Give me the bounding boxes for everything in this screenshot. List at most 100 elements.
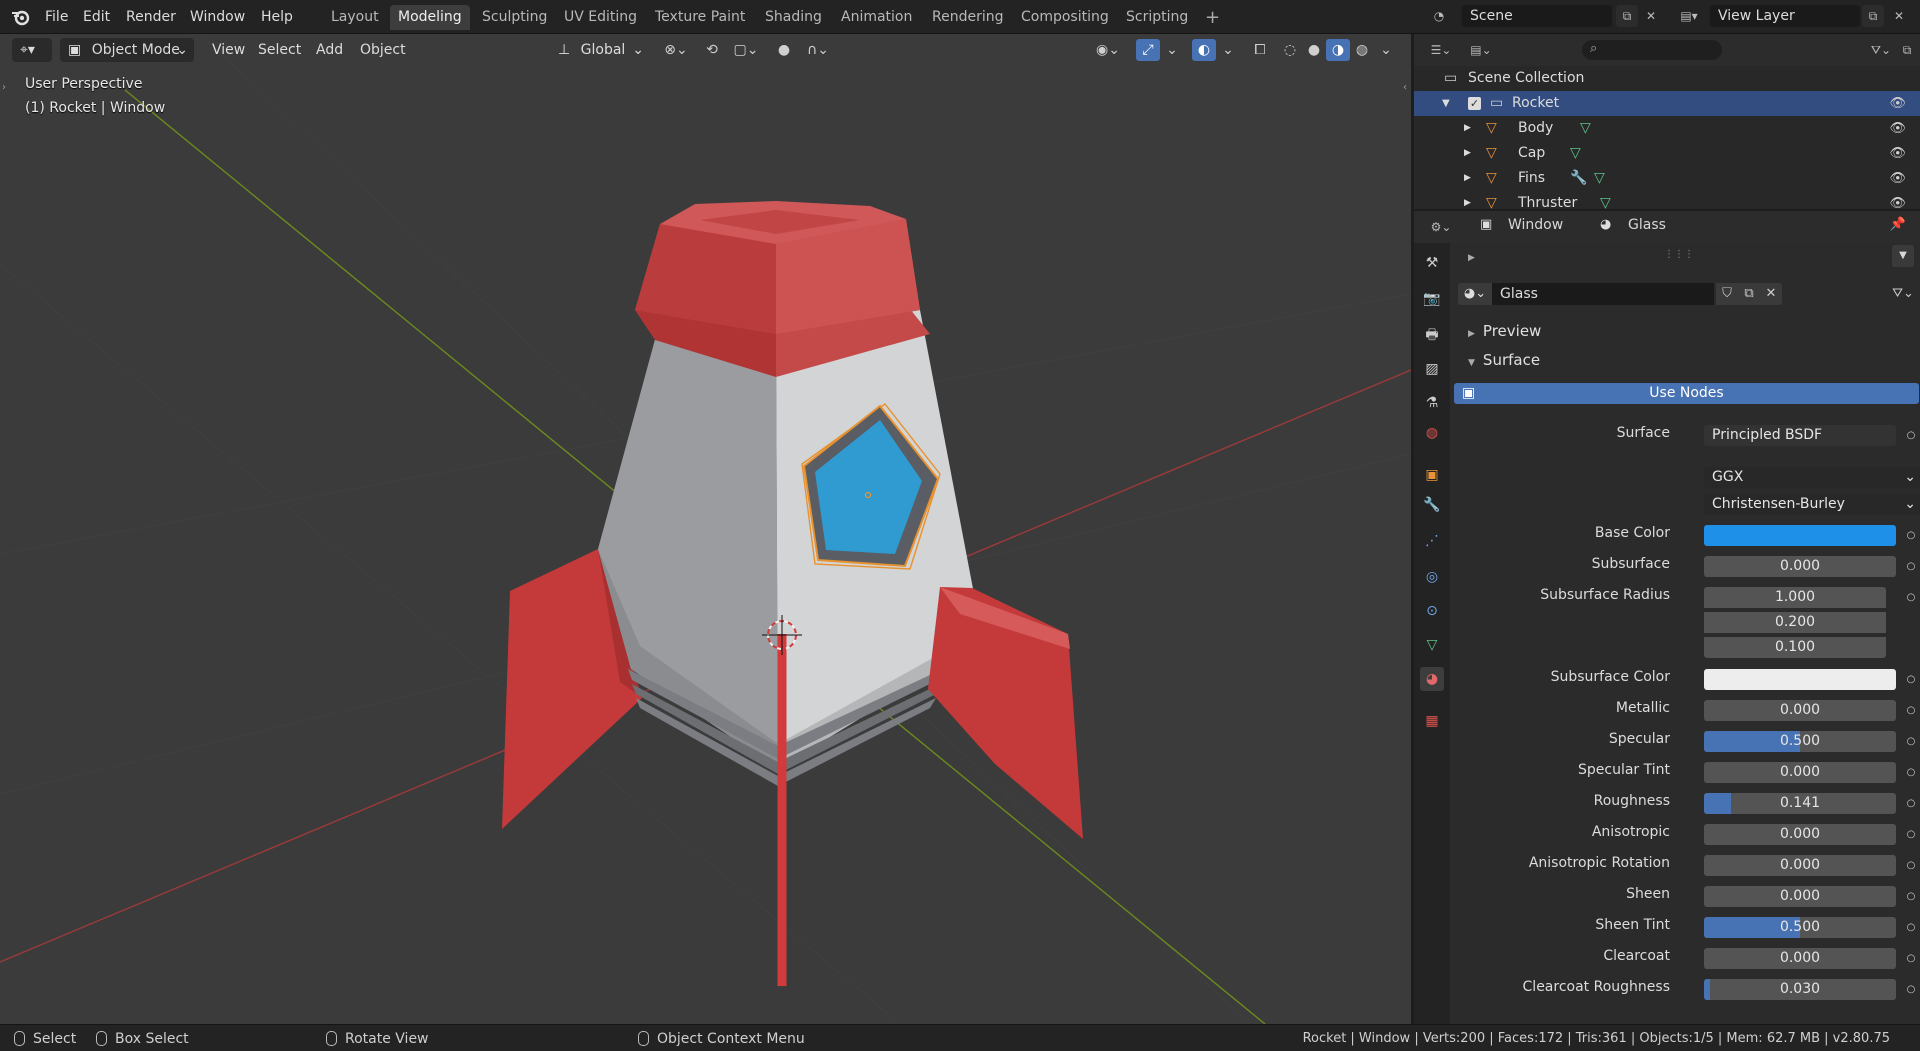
subsurface-radius-x[interactable]: 1.000 (1704, 587, 1886, 608)
scene-browse-icon[interactable]: ◔ (1428, 5, 1450, 27)
use-nodes-button[interactable]: ▣ Use Nodes (1454, 383, 1919, 404)
surface-shader-field[interactable]: Principled BSDF (1704, 425, 1896, 446)
filter-icon[interactable]: ⛛⌄ (1866, 39, 1896, 61)
rendered-shading-icon[interactable]: ◍ (1350, 39, 1374, 61)
clearcoat-roughness-field[interactable]: 0.030 (1704, 979, 1896, 1000)
properties-editor-icon[interactable]: ⚙⌄ (1424, 216, 1458, 238)
pivot-icon[interactable]: ⊗⌄ (658, 39, 694, 61)
pin-icon[interactable]: 📌 (1890, 217, 1906, 232)
wireframe-shading-icon[interactable]: ◌ (1278, 39, 1302, 61)
sheen-tint-field[interactable]: 0.500 (1704, 917, 1896, 938)
material-shading-icon[interactable]: ◑ (1326, 39, 1350, 61)
clearcoat-roughness-link-icon[interactable]: ○ (1903, 979, 1919, 1000)
select-menu[interactable]: Select (252, 38, 307, 62)
add-menu[interactable]: Add (310, 38, 349, 62)
eye-icon[interactable]: 👁 (1889, 91, 1906, 116)
render-tab-icon[interactable]: 📷 (1420, 287, 1444, 311)
scene-name-field[interactable]: Scene (1462, 5, 1612, 27)
menu-file[interactable]: File (40, 7, 73, 27)
base-color-swatch[interactable] (1704, 525, 1896, 546)
eye-icon[interactable]: 👁 (1889, 116, 1906, 141)
gizmo-icon[interactable]: ⤢ (1136, 39, 1160, 61)
world-tab-icon[interactable]: ◍ (1420, 421, 1444, 445)
expand-arrow-icon[interactable]: ▼ (1442, 91, 1450, 116)
proportional-edit-icon[interactable]: ● (772, 39, 796, 61)
clearcoat-link-icon[interactable]: ○ (1903, 948, 1919, 969)
output-tab-icon[interactable]: 🖶 (1420, 323, 1444, 347)
toolbar-expand-icon[interactable]: › (2, 82, 6, 93)
display-mode-icon[interactable]: ▤⌄ (1464, 39, 1498, 61)
outliner-row-thruster[interactable]: ▶ ▽ Thruster ▽ 👁 (1414, 191, 1920, 209)
outliner-editor-icon[interactable]: ☰⌄ (1424, 39, 1458, 61)
scene-tab-icon[interactable]: ⚗ (1420, 391, 1444, 415)
view-layer-new-icon[interactable]: ⧉ (1862, 5, 1884, 27)
unlink-material-icon[interactable]: ✕ (1760, 283, 1782, 305)
subsurface-method-dropdown[interactable]: Christensen-Burley ⌄ (1704, 494, 1920, 515)
subsurface-radius-link-icon[interactable]: ○ (1903, 587, 1919, 608)
fake-user-icon[interactable]: ⛉ (1716, 283, 1738, 305)
subsurface-color-swatch[interactable] (1704, 669, 1896, 690)
tab-texture-paint[interactable]: Texture Paint (647, 5, 753, 30)
outliner-search-input[interactable]: ⌕ (1582, 40, 1722, 60)
add-workspace-icon[interactable]: + (1197, 5, 1228, 30)
3d-viewport[interactable]: ⌖▾ ▣ Object Mode ⌄ View Select Add Objec… (0, 34, 1411, 1024)
anisotropic-link-icon[interactable]: ○ (1903, 824, 1919, 845)
panel-surface[interactable]: ▼ Surface (1454, 348, 1920, 372)
metallic-field[interactable]: 0.000 (1704, 700, 1896, 721)
subsurface-link-icon[interactable]: ○ (1903, 556, 1919, 577)
roughness-field[interactable]: 0.141 (1704, 793, 1896, 814)
menu-window[interactable]: Window (185, 7, 250, 27)
physics-tab-icon[interactable]: ◎ (1420, 565, 1444, 589)
view-layer-browse-icon[interactable]: ▤▾ (1672, 5, 1706, 27)
checkbox-icon[interactable]: ✓ (1468, 97, 1481, 110)
eye-icon[interactable]: 👁 (1889, 191, 1906, 209)
scene-remove-icon[interactable]: ✕ (1640, 5, 1662, 27)
menu-render[interactable]: Render (121, 7, 181, 27)
view-menu[interactable]: View (206, 38, 251, 62)
anisotropic-field[interactable]: 0.000 (1704, 824, 1896, 845)
specular-field[interactable]: 0.500 (1704, 731, 1896, 752)
menu-help[interactable]: Help (256, 7, 298, 27)
drag-handle-icon[interactable]: ⋮⋮⋮ (1664, 249, 1694, 260)
metallic-link-icon[interactable]: ○ (1903, 700, 1919, 721)
node-browse-icon[interactable]: ⛛⌄ (1888, 283, 1918, 305)
eye-icon[interactable]: 👁 (1889, 141, 1906, 166)
xray-icon[interactable]: ⧠ (1248, 39, 1272, 61)
expand-arrow-icon[interactable]: ▶ (1464, 166, 1471, 191)
tab-sculpting[interactable]: Sculpting (474, 5, 555, 30)
eye-icon[interactable]: 👁 (1889, 166, 1906, 191)
outliner-row-scene-collection[interactable]: ▭ Scene Collection (1414, 66, 1920, 91)
visibility-icon[interactable]: ◉⌄ (1090, 39, 1126, 61)
orientation-dropdown[interactable]: ⊥ Global ⌄ (550, 38, 648, 62)
tool-tab-icon[interactable]: ⚒ (1420, 251, 1444, 275)
view-layer-field[interactable]: View Layer (1710, 5, 1860, 27)
scene-render[interactable] (0, 34, 1411, 1024)
constraints-tab-icon[interactable]: ⊙ (1420, 599, 1444, 623)
snap-toggle-icon[interactable]: ⟲ (700, 39, 724, 61)
material-name-field[interactable]: Glass (1492, 283, 1714, 305)
roughness-link-icon[interactable]: ○ (1903, 793, 1919, 814)
blender-logo-icon[interactable] (10, 7, 32, 27)
tab-layout[interactable]: Layout (323, 5, 387, 30)
panel-preview[interactable]: ▶ Preview (1454, 319, 1920, 343)
expand-arrow-icon[interactable]: ▶ (1464, 116, 1471, 141)
outliner-row-rocket[interactable]: ▼ ✓ ▭ Rocket 👁 (1414, 91, 1920, 116)
subsurface-radius-y[interactable]: 0.200 (1704, 612, 1886, 633)
base-color-link-icon[interactable]: ○ (1903, 525, 1919, 546)
scene-new-icon[interactable]: ⧉ (1616, 5, 1638, 27)
texture-tab-icon[interactable]: ▦ (1420, 709, 1444, 733)
subsurface-radius-z[interactable]: 0.100 (1704, 637, 1886, 658)
new-collection-icon[interactable]: ⧉ (1896, 39, 1918, 61)
menu-edit[interactable]: Edit (78, 7, 115, 27)
anisotropic-rotation-field[interactable]: 0.000 (1704, 855, 1896, 876)
panel-dropdown-icon[interactable]: ▼ (1892, 245, 1914, 267)
overlay-icon[interactable]: ◐ (1192, 39, 1216, 61)
subsurface-field[interactable]: 0.000 (1704, 556, 1896, 577)
sheen-field[interactable]: 0.000 (1704, 886, 1896, 907)
tab-animation[interactable]: Animation (833, 5, 920, 30)
outliner-row-fins[interactable]: ▶ ▽ Fins 🔧 ▽ 👁 (1414, 166, 1920, 191)
overlay-dropdown-icon[interactable]: ⌄ (1216, 39, 1240, 61)
editor-type-icon[interactable]: ⌖▾ (12, 38, 52, 62)
expand-arrow-icon[interactable]: ▶ (1464, 191, 1471, 209)
particles-tab-icon[interactable]: ⋰ (1420, 529, 1444, 553)
